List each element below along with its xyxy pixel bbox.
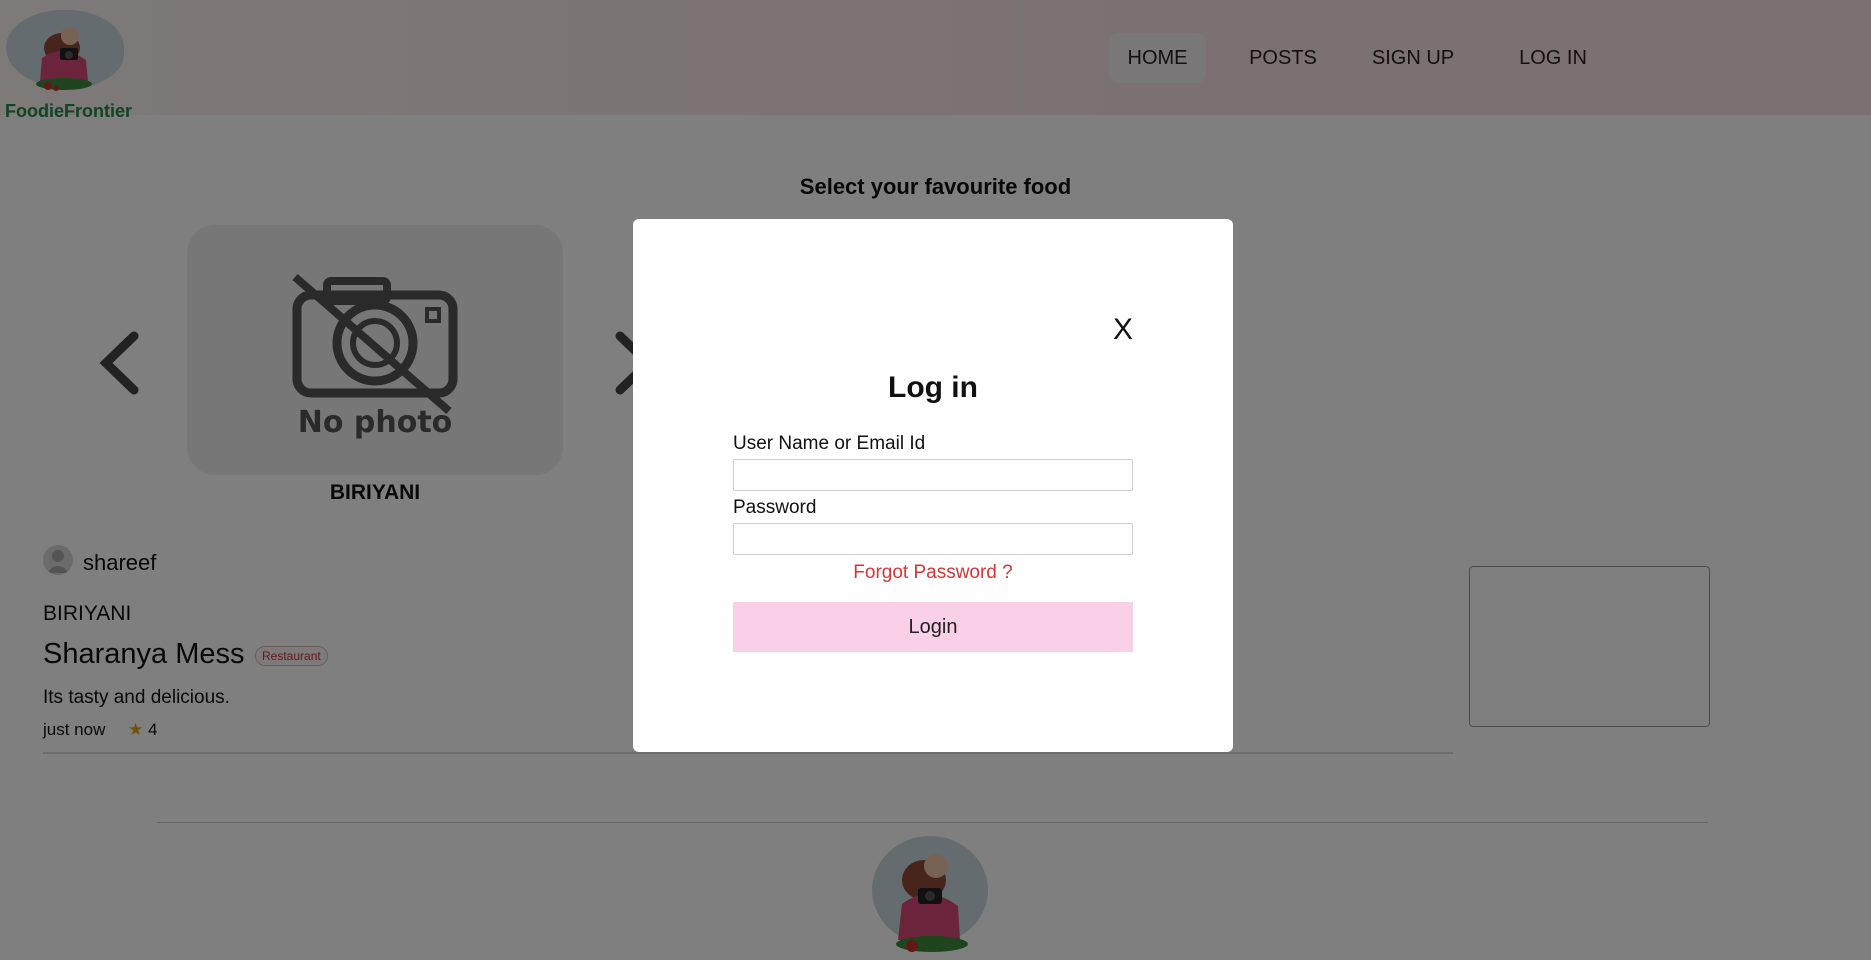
close-icon: X [1112, 313, 1133, 346]
login-button[interactable]: Login [733, 602, 1133, 652]
modal-title: Log in [888, 371, 978, 404]
login-modal: X Log in User Name or Email Id Password … [633, 219, 1233, 752]
close-modal-button[interactable]: X [1108, 315, 1138, 345]
forgot-password-link[interactable]: Forgot Password ? [633, 562, 1233, 584]
username-label: User Name or Email Id [733, 433, 926, 454]
password-input[interactable] [733, 523, 1133, 555]
username-input[interactable] [733, 459, 1133, 491]
password-label: Password [733, 497, 817, 518]
